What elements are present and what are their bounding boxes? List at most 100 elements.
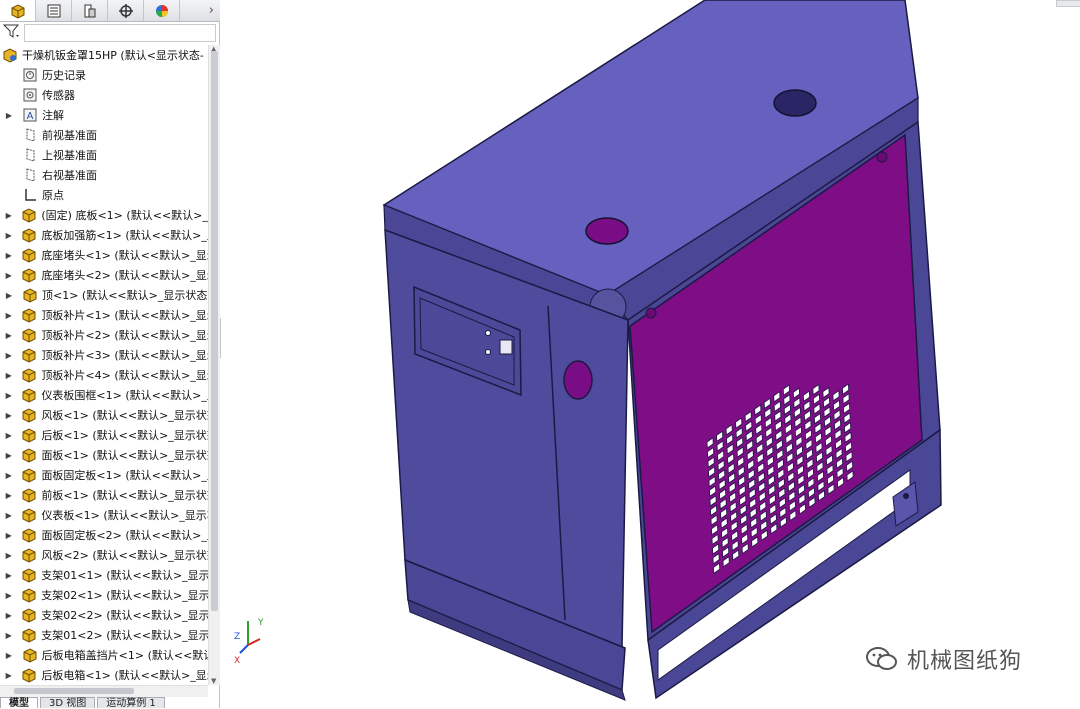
tree-item-part[interactable]: ▶ 顶板补片<2> (默认<<默认>_显示: [0, 325, 208, 345]
tree-item-history[interactable]: 历史记录: [0, 65, 208, 85]
configuration-manager-icon[interactable]: [72, 0, 108, 21]
part-icon: [21, 367, 37, 383]
tree-item-label: 仪表板<1> (默认<<默认>_显示状: [41, 509, 208, 522]
tree-item-annotations[interactable]: ▶ A 注解: [0, 105, 208, 125]
tree-item-label: 传感器: [42, 89, 75, 102]
expand-arrow-icon[interactable]: ▶: [4, 571, 13, 580]
sensor-icon: [22, 87, 38, 103]
expand-arrow-icon[interactable]: ▶: [4, 651, 14, 660]
panel-tabs: ›: [0, 0, 220, 22]
tree-item-part[interactable]: ▶ 仪表板围框<1> (默认<<默认>_显: [0, 385, 208, 405]
part-icon: [22, 647, 38, 663]
expand-arrow-icon[interactable]: ▶: [4, 511, 13, 520]
feature-manager-icon[interactable]: [0, 0, 36, 21]
tree-item-part[interactable]: ▶ 风板<2> (默认<<默认>_显示状态: [0, 545, 208, 565]
tab-motion-study[interactable]: 运动算例 1: [97, 697, 165, 709]
tree-item-part[interactable]: ▶ 仪表板<1> (默认<<默认>_显示状: [0, 505, 208, 525]
tree-item-part[interactable]: ▶ 顶板补片<4> (默认<<默认>_显示: [0, 365, 208, 385]
expand-arrow-icon[interactable]: ▶: [4, 551, 13, 560]
expand-arrow-icon[interactable]: ▶: [4, 311, 13, 320]
watermark-text: 机械图纸狗: [907, 649, 1023, 674]
expand-arrow-icon[interactable]: ▶: [4, 591, 13, 600]
tree-item-part[interactable]: ▶ 支架02<1> (默认<<默认>_显示状: [0, 585, 208, 605]
tree-item-part[interactable]: ▶ 面板固定板<1> (默认<<默认>_显: [0, 465, 208, 485]
tree-root-label: 干燥机钣金罩15HP (默认<显示状态-: [22, 49, 204, 62]
expand-arrow-icon[interactable]: ▶: [4, 491, 13, 500]
tree-item-label: 注解: [42, 109, 64, 122]
tree-item-part[interactable]: ▶ 支架01<1> (默认<<默认>_显示状: [0, 565, 208, 585]
tree-item-part[interactable]: ▶ 前板<1> (默认<<默认>_显示状态: [0, 485, 208, 505]
tree-vertical-scrollbar[interactable]: ▲ ▼: [208, 45, 220, 685]
expand-arrow-icon[interactable]: ▶: [4, 631, 13, 640]
scroll-down-icon[interactable]: ▼: [211, 677, 216, 685]
assembly-icon: [2, 47, 18, 63]
expand-arrow-icon[interactable]: ▶: [4, 471, 13, 480]
expand-arrow-icon[interactable]: ▶: [4, 371, 13, 380]
top-hole: [773, 89, 817, 117]
expand-arrow-icon[interactable]: ▶: [4, 411, 13, 420]
tree-item-part[interactable]: ▶ 支架01<2> (默认<<默认>_显示状: [0, 625, 208, 645]
expand-arrow-icon[interactable]: ▶: [4, 271, 13, 280]
tree-item-label: 支架01<2> (默认<<默认>_显示状: [41, 629, 208, 642]
tree-item-part[interactable]: ▶ 后板电箱盖挡片<1> (默认<<默认: [0, 645, 208, 665]
expand-arrow-icon[interactable]: ▶: [4, 331, 13, 340]
tree-item-part[interactable]: ▶ (固定) 底板<1> (默认<<默认>_显: [0, 205, 208, 225]
graphics-viewport[interactable]: Y Z X 机械图纸狗: [221, 0, 1080, 708]
expand-arrow-icon[interactable]: ▶: [4, 431, 13, 440]
tree-item-top-plane[interactable]: 上视基准面: [0, 145, 208, 165]
tree-item-part[interactable]: ▶ 后板<1> (默认<<默认>_显示状态: [0, 425, 208, 445]
scroll-thumb[interactable]: [14, 688, 134, 694]
chevron-right-icon[interactable]: ›: [180, 0, 220, 21]
tree-item-sensors[interactable]: 传感器: [0, 85, 208, 105]
expand-arrow-icon[interactable]: ▶: [4, 231, 13, 240]
history-icon: [22, 67, 38, 83]
tree-item-label: 风板<2> (默认<<默认>_显示状态: [41, 549, 208, 562]
expand-arrow-icon[interactable]: ▶: [4, 391, 13, 400]
tree-horizontal-scrollbar[interactable]: [0, 685, 208, 697]
tree-item-part[interactable]: ▶ 底板加强筋<1> (默认<<默认>_显: [0, 225, 208, 245]
plane-icon: [22, 167, 38, 183]
property-manager-icon[interactable]: [36, 0, 72, 21]
part-icon: [21, 607, 37, 623]
tree-item-part[interactable]: ▶ 顶板补片<1> (默认<<默认>_显示: [0, 305, 208, 325]
display-manager-icon[interactable]: [144, 0, 180, 21]
tab-3d-view[interactable]: 3D 视图: [40, 697, 96, 709]
feature-tree: 干燥机钣金罩15HP (默认<显示状态- 历史记录 传感器 ▶ A 注解 前视基…: [0, 45, 208, 685]
filter-icon[interactable]: [2, 23, 21, 43]
expand-arrow-icon[interactable]: ▶: [4, 351, 13, 360]
tab-model[interactable]: 模型: [0, 697, 38, 709]
tree-item-part[interactable]: ▶ 底座堵头<2> (默认<<默认>_显示: [0, 265, 208, 285]
tree-item-part[interactable]: ▶ 面板<1> (默认<<默认>_显示状态: [0, 445, 208, 465]
tree-item-label: 原点: [42, 189, 64, 202]
tree-item-part[interactable]: ▶ 底座堵头<1> (默认<<默认>_显示: [0, 245, 208, 265]
expand-arrow-icon[interactable]: ▶: [4, 531, 13, 540]
expand-arrow-icon[interactable]: ▶: [4, 111, 14, 120]
expand-arrow-icon[interactable]: ▶: [4, 291, 14, 300]
tree-item-front-plane[interactable]: 前视基准面: [0, 125, 208, 145]
expand-arrow-icon[interactable]: ▶: [4, 671, 13, 680]
wechat-icon: [866, 647, 897, 670]
tree-root[interactable]: 干燥机钣金罩15HP (默认<显示状态-: [0, 45, 208, 65]
tree-item-origin[interactable]: 原点: [0, 185, 208, 205]
expand-arrow-icon[interactable]: ▶: [4, 251, 13, 260]
tree-item-part[interactable]: ▶ 后板电箱<1> (默认<<默认>_显示: [0, 665, 208, 685]
expand-arrow-icon[interactable]: ▶: [4, 451, 13, 460]
tree-item-part[interactable]: ▶ 支架02<2> (默认<<默认>_显示状: [0, 605, 208, 625]
expand-arrow-icon[interactable]: ▶: [4, 211, 13, 220]
tree-item-part[interactable]: ▶ 顶板补片<3> (默认<<默认>_显示: [0, 345, 208, 365]
tree-item-part[interactable]: ▶ 顶<1> (默认<<默认>_显示状态: [0, 285, 208, 305]
tree-item-part[interactable]: ▶ 风板<1> (默认<<默认>_显示状态: [0, 405, 208, 425]
part-icon: [21, 407, 37, 423]
tree-item-part[interactable]: ▶ 面板固定板<2> (默认<<默认>_显: [0, 525, 208, 545]
feature-manager-panel: › 干燥机钣金罩15HP (默认<显示状态- 历史记录 传感器 ▶ A 注解 前…: [0, 0, 220, 709]
filter-input[interactable]: [24, 24, 216, 42]
part-icon: [21, 487, 37, 503]
part-icon: [21, 327, 37, 343]
part-icon: [21, 547, 37, 563]
part-icon: [21, 247, 37, 263]
tree-item-right-plane[interactable]: 右视基准面: [0, 165, 208, 185]
dimxpert-icon[interactable]: [108, 0, 144, 21]
expand-arrow-icon[interactable]: ▶: [4, 611, 13, 620]
scroll-thumb[interactable]: [211, 51, 218, 611]
tree-item-label: 面板固定板<2> (默认<<默认>_显: [41, 529, 208, 542]
